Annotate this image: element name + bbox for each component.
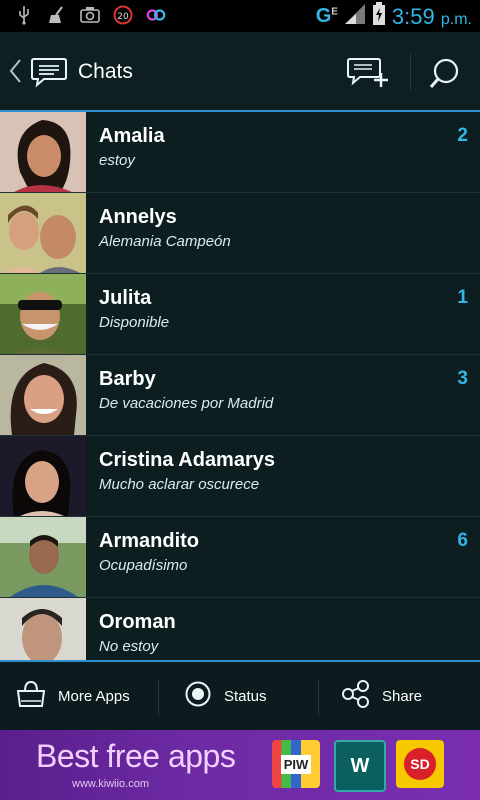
radio-dot-icon — [184, 680, 212, 713]
ad-app-label: W — [350, 754, 370, 777]
contact-name: Armandito — [99, 530, 199, 552]
page-title: Chats — [78, 60, 133, 83]
tab-share[interactable]: Share — [340, 662, 422, 730]
tab-divider — [158, 679, 159, 715]
contact-name: Annelys — [99, 206, 177, 228]
ad-app-sd-icon[interactable]: SD — [396, 740, 444, 788]
ad-app-label: SD — [404, 748, 436, 780]
chat-row-cristina-adamarys[interactable]: Cristina Adamarys Mucho aclarar oscurece — [0, 436, 480, 517]
chat-row-barby[interactable]: Barby De vacaciones por Madrid 3 — [0, 355, 480, 436]
avatar[interactable] — [0, 355, 86, 435]
avatar[interactable] — [0, 274, 86, 354]
system-status: GE 3:59 p.m. — [316, 2, 472, 31]
logo-80-icon — [146, 5, 166, 25]
clock: 3:59 p.m. — [391, 3, 472, 29]
ad-url[interactable]: www.kiwiio.com — [72, 778, 149, 790]
contact-status: Alemania Campeón — [99, 233, 231, 250]
avatar[interactable] — [0, 598, 86, 660]
new-chat-icon[interactable] — [346, 56, 390, 93]
avatar[interactable] — [0, 436, 86, 516]
chat-list: Amalia estoy 2 Annelys Alemania Campeón … — [0, 112, 480, 660]
notification-icons: 20 — [14, 5, 166, 25]
unread-badge: 6 — [457, 530, 468, 551]
tab-label: More Apps — [58, 687, 130, 705]
contact-status: De vacaciones por Madrid — [99, 395, 274, 412]
chat-row-julita[interactable]: Julita Disponible 1 — [0, 274, 480, 355]
tab-more-apps[interactable]: More Apps — [16, 662, 130, 730]
bottom-bar: More Apps Status Share — [0, 660, 480, 732]
avatar[interactable] — [0, 517, 86, 597]
svg-text:20: 20 — [117, 12, 129, 22]
contact-status: Disponible — [99, 314, 170, 331]
contact-name: Julita — [99, 287, 152, 309]
share-nodes-icon — [340, 679, 370, 714]
chat-row-oroman[interactable]: Oroman No estoy — [0, 598, 480, 660]
unread-badge: 1 — [457, 287, 468, 308]
back-chevron-icon[interactable] — [8, 58, 22, 89]
ad-app-piw-icon[interactable]: PIW — [272, 740, 320, 788]
usb-icon — [14, 5, 34, 25]
ad-app-w-icon[interactable]: W — [334, 740, 386, 792]
chat-row-amalia[interactable]: Amalia estoy 2 — [0, 112, 480, 193]
tab-label: Status — [224, 687, 267, 705]
chat-row-armandito[interactable]: Armandito Ocupadísimo 6 — [0, 517, 480, 598]
tab-label: Share — [382, 687, 423, 705]
avatar[interactable] — [0, 112, 86, 192]
search-icon[interactable] — [428, 56, 462, 95]
battery-icon — [372, 2, 386, 31]
ad-banner[interactable]: Best free apps www.kiwiio.com PIW W SD — [0, 730, 480, 800]
tab-divider — [318, 679, 319, 715]
contact-status: estoy — [99, 152, 135, 169]
contact-name: Oroman — [99, 611, 176, 633]
unread-badge: 3 — [457, 368, 468, 389]
ad-app-label: PIW — [280, 754, 312, 774]
avatar[interactable] — [0, 193, 86, 273]
contact-status: No estoy — [99, 638, 159, 655]
network-type: GE — [315, 5, 338, 27]
action-bar-divider — [410, 54, 411, 90]
speed-20-icon: 20 — [113, 5, 133, 25]
contact-name: Cristina Adamarys — [99, 449, 275, 471]
camera-icon — [80, 5, 100, 25]
contact-status: Mucho aclarar oscurece — [99, 476, 260, 493]
shopping-bag-icon — [16, 679, 46, 714]
contact-name: Barby — [99, 368, 156, 390]
contact-name: Amalia — [99, 125, 165, 147]
contact-status: Ocupadísimo — [99, 557, 188, 574]
signal-icon — [344, 3, 366, 30]
action-bar: Chats — [0, 32, 480, 112]
chat-logo-icon[interactable] — [30, 56, 68, 93]
unread-badge: 2 — [457, 125, 468, 146]
ad-headline[interactable]: Best free apps — [36, 738, 236, 775]
status-bar: 20 GE 3:59 p.m. — [0, 0, 480, 32]
tab-status[interactable]: Status — [184, 662, 267, 730]
broom-icon — [47, 5, 67, 25]
chat-row-annelys[interactable]: Annelys Alemania Campeón — [0, 193, 480, 274]
